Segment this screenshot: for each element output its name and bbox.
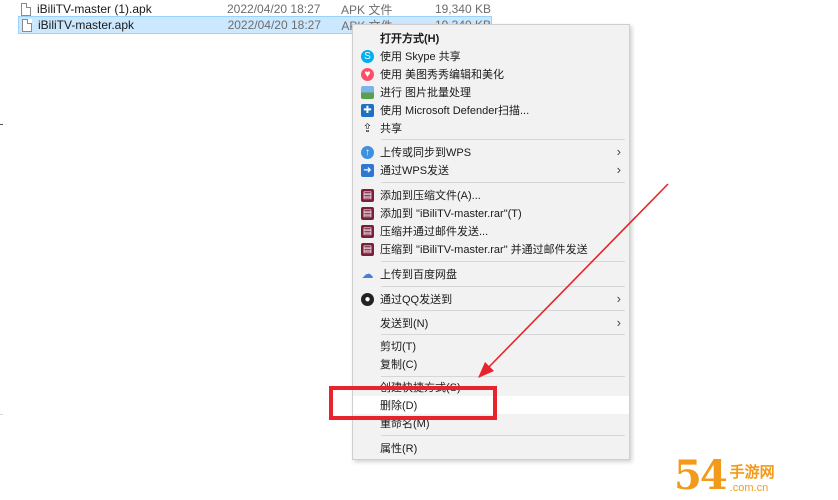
menu-item-label: 压缩到 "iBiliTV-master.rar" 并通过邮件发送 <box>380 244 588 256</box>
file-name: iBiliTV-master.apk <box>37 18 135 32</box>
winrar-icon: ▤ <box>361 206 374 220</box>
menu-item-open-with[interactable]: 打开方式(H) <box>353 29 629 47</box>
file-icon <box>21 2 31 16</box>
site-watermark: 54 手游网 .com.cn <box>674 440 834 498</box>
image-batch-icon <box>361 85 374 99</box>
skype-icon: S <box>361 49 374 63</box>
menu-item-add-rar[interactable]: ▤ 添加到 "iBiliTV-master.rar"(T) <box>353 204 629 222</box>
menu-item-copy[interactable]: 复制(C) <box>353 355 629 373</box>
chevron-right-icon: › <box>616 291 621 306</box>
menu-separator <box>381 286 625 287</box>
menu-item-label: 剪切(T) <box>380 341 417 353</box>
menu-item-wps-send[interactable]: ➜ 通过WPS发送 › <box>353 161 629 179</box>
menu-item-add-archive[interactable]: ▤ 添加到压缩文件(A)... <box>353 186 629 204</box>
watermark-text: 手游网 <box>729 464 775 481</box>
menu-item-wps-upload[interactable]: ↑ 上传或同步到WPS › <box>353 143 629 161</box>
menu-item-label: 通过WPS发送 <box>380 165 450 177</box>
menu-item-label: 使用 Microsoft Defender扫描... <box>380 105 530 117</box>
menu-item-label: 上传或同步到WPS <box>380 147 472 159</box>
menu-separator <box>381 310 625 311</box>
menu-separator <box>381 139 625 140</box>
menu-item-label: 使用 美图秀秀编辑和美化 <box>380 69 505 81</box>
menu-separator <box>381 376 625 377</box>
chevron-right-icon: › <box>616 144 621 159</box>
left-edge-mark <box>0 124 3 125</box>
chevron-right-icon: › <box>616 162 621 177</box>
watermark-url: .com.cn <box>729 482 769 494</box>
share-icon: ⇪ <box>362 121 373 135</box>
file-date: 2022/04/20 18:27 <box>227 2 321 16</box>
menu-item-label: 打开方式(H) <box>380 33 440 45</box>
file-name: iBiliTV-master (1).apk <box>37 2 152 16</box>
menu-item-label: 上传到百度网盘 <box>380 269 457 281</box>
menu-item-baidu-upload[interactable]: ☁ 上传到百度网盘 <box>353 265 629 283</box>
winrar-icon: ▤ <box>361 242 374 256</box>
menu-separator <box>381 182 625 183</box>
left-edge-divider <box>0 414 3 435</box>
menu-item-batch-image[interactable]: 进行 图片批量处理 <box>353 83 629 101</box>
menu-item-label: 通过QQ发送到 <box>380 294 453 306</box>
file-type: APK 文件 <box>341 2 393 17</box>
menu-separator <box>381 435 625 436</box>
menu-item-send-to[interactable]: 发送到(N) › <box>353 314 629 332</box>
menu-item-compress-email[interactable]: ▤ 压缩并通过邮件发送... <box>353 222 629 240</box>
winrar-icon: ▤ <box>361 188 374 202</box>
menu-item-label: 添加到压缩文件(A)... <box>380 190 481 202</box>
menu-item-meitu[interactable]: ♥ 使用 美图秀秀编辑和美化 <box>353 65 629 83</box>
menu-separator <box>381 261 625 262</box>
baidu-netdisk-icon: ☁ <box>361 267 374 281</box>
highlight-box <box>329 386 497 420</box>
watermark-number: 54 <box>674 452 728 499</box>
menu-item-compress-rar-email[interactable]: ▤ 压缩到 "iBiliTV-master.rar" 并通过邮件发送 <box>353 240 629 258</box>
menu-item-defender[interactable]: ✚ 使用 Microsoft Defender扫描... <box>353 101 629 119</box>
menu-item-label: 压缩并通过邮件发送... <box>380 226 489 238</box>
qq-icon: ● <box>361 292 374 306</box>
cloud-upload-icon: ↑ <box>361 145 374 159</box>
menu-item-cut[interactable]: 剪切(T) <box>353 337 629 355</box>
wps-send-icon: ➜ <box>361 163 374 177</box>
menu-item-label: 发送到(N) <box>380 318 429 330</box>
menu-item-share[interactable]: ⇪ 共享 <box>353 119 629 137</box>
menu-item-qq-send[interactable]: ● 通过QQ发送到 › <box>353 290 629 308</box>
file-date: 2022/04/20 18:27 <box>227 18 321 32</box>
menu-item-skype-share[interactable]: S 使用 Skype 共享 <box>353 47 629 65</box>
file-size: 19,340 KB <box>434 2 491 16</box>
chevron-right-icon: › <box>616 315 621 330</box>
meitu-icon: ♥ <box>361 67 374 81</box>
defender-shield-icon: ✚ <box>361 103 374 117</box>
menu-item-label: 使用 Skype 共享 <box>380 51 461 63</box>
menu-item-label: 共享 <box>380 123 402 135</box>
menu-item-label: 属性(R) <box>380 443 418 455</box>
file-icon <box>22 18 32 32</box>
menu-item-label: 复制(C) <box>380 359 418 371</box>
menu-item-properties[interactable]: 属性(R) <box>353 439 629 457</box>
menu-item-label: 添加到 "iBiliTV-master.rar"(T) <box>380 208 522 220</box>
menu-item-label: 进行 图片批量处理 <box>380 87 472 99</box>
winrar-icon: ▤ <box>361 224 374 238</box>
menu-separator <box>381 334 625 335</box>
